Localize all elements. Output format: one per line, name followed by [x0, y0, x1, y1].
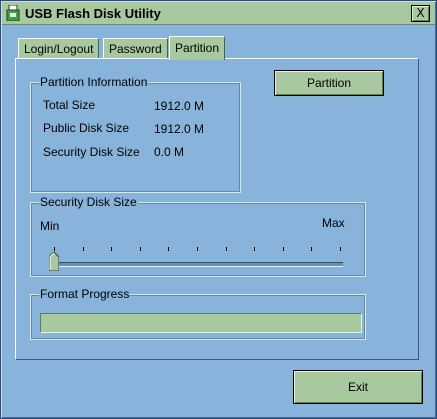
- total-size-label: Total Size: [43, 98, 96, 112]
- slider-tick: [254, 247, 255, 251]
- security-size-slider-track[interactable]: [51, 262, 343, 267]
- exit-button[interactable]: Exit: [293, 370, 423, 404]
- tab-partition[interactable]: Partition: [169, 36, 226, 60]
- security-disk-size-value: 0.0 M: [154, 145, 185, 159]
- slider-tick: [140, 247, 141, 251]
- group-title: Format Progress: [39, 287, 131, 301]
- slider-tick: [168, 247, 169, 251]
- close-button[interactable]: X: [411, 5, 430, 22]
- tab-login-logout[interactable]: Login/Logout: [18, 38, 100, 59]
- exit-button-label: Exit: [347, 380, 368, 394]
- usb-drive-icon: [6, 5, 20, 21]
- tab-password[interactable]: Password: [103, 38, 168, 59]
- slider-min-label: Min: [40, 219, 60, 233]
- window-title: USB Flash Disk Utility: [25, 6, 161, 21]
- security-size-slider-thumb[interactable]: [49, 252, 59, 271]
- tab-label: Login/Logout: [24, 42, 94, 56]
- slider-tick: [283, 247, 284, 251]
- slider-tick: [197, 247, 198, 251]
- group-title: Security Disk Size: [39, 195, 138, 209]
- public-disk-size-label: Public Disk Size: [43, 121, 130, 135]
- security-disk-size-label: Security Disk Size: [43, 145, 140, 159]
- tab-label: Partition: [175, 41, 220, 55]
- close-icon: X: [416, 6, 425, 20]
- app-window: USB Flash Disk Utility X Login/Logout Pa…: [0, 0, 437, 419]
- slider-tick: [54, 247, 55, 251]
- partition-button[interactable]: Partition: [274, 70, 384, 96]
- slider-tick: [340, 247, 341, 251]
- partition-button-label: Partition: [306, 76, 352, 90]
- slider-tick: [83, 247, 84, 251]
- group-title: Partition Information: [39, 75, 149, 89]
- total-size-value: 1912.0 M: [154, 99, 205, 113]
- slider-tick: [226, 247, 227, 251]
- slider-tick: [311, 247, 312, 251]
- tab-label: Password: [109, 42, 162, 56]
- public-disk-size-value: 1912.0 M: [154, 122, 205, 136]
- format-progress-bar: [40, 313, 362, 333]
- slider-tick: [111, 247, 112, 251]
- title-bar[interactable]: USB Flash Disk Utility X: [2, 2, 435, 25]
- slider-max-label: Max: [322, 216, 345, 230]
